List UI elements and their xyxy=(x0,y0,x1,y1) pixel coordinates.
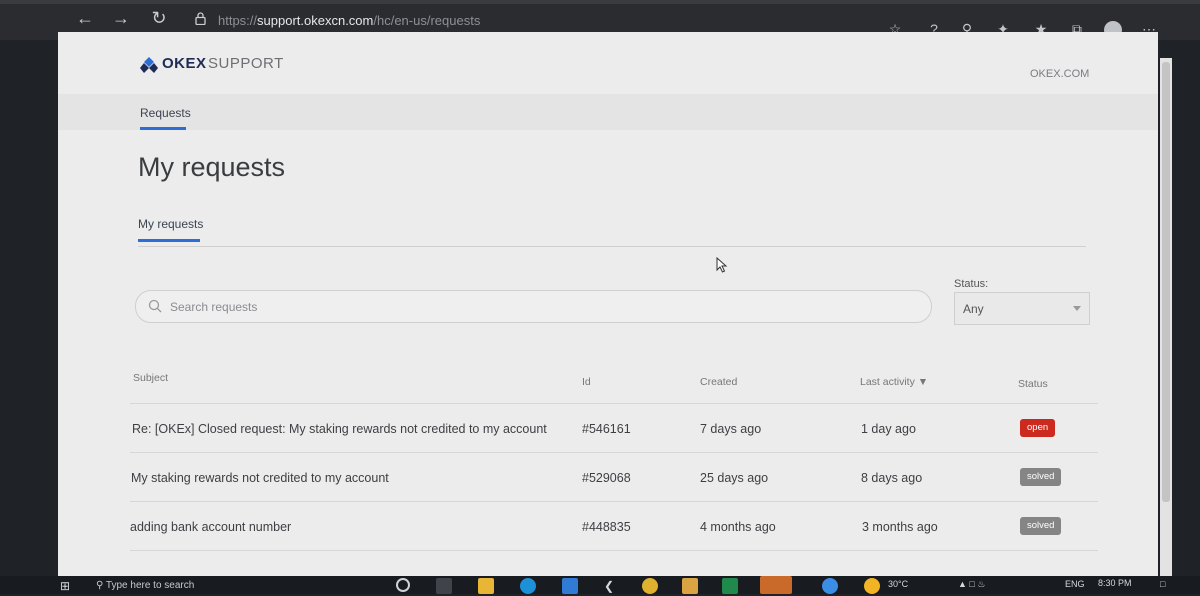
request-subject-link[interactable]: Re: [OKEx] Closed request: My staking re… xyxy=(132,422,547,436)
header-subject[interactable]: Subject xyxy=(133,372,168,384)
chevron-down-icon xyxy=(1073,306,1081,311)
request-id: #529068 xyxy=(582,471,631,485)
excel-icon[interactable] xyxy=(722,578,738,594)
mouse-cursor-icon xyxy=(716,257,728,273)
cortana-icon[interactable] xyxy=(396,578,410,592)
tray-icons[interactable]: ▲ □ ♨ xyxy=(958,579,985,590)
request-subject-link[interactable]: My staking rewards not credited to my ac… xyxy=(131,471,389,485)
taskbar-search-text: Type here to search xyxy=(105,580,195,591)
request-last-activity: 1 day ago xyxy=(861,422,916,436)
request-subject-link[interactable]: adding bank account number xyxy=(130,520,291,534)
status-badge: solved xyxy=(1020,468,1062,486)
request-created: 7 days ago xyxy=(700,422,762,436)
weather-temp[interactable]: 30°C xyxy=(888,579,908,589)
edge-icon[interactable] xyxy=(520,578,536,594)
header-id[interactable]: Id xyxy=(582,376,591,388)
store-icon[interactable] xyxy=(682,578,698,594)
help-app-icon[interactable] xyxy=(822,578,838,594)
search-box xyxy=(135,290,932,323)
chrome-icon[interactable] xyxy=(642,578,658,594)
header-status[interactable]: Status xyxy=(1018,378,1048,390)
header-created[interactable]: Created xyxy=(700,376,737,388)
task-view-icon[interactable] xyxy=(436,578,452,594)
url-path: /hc/en-us/requests xyxy=(373,13,481,28)
search-input[interactable] xyxy=(170,291,910,322)
active-tab-indicator xyxy=(140,127,186,130)
tab-strip xyxy=(0,0,1200,4)
mail-icon[interactable] xyxy=(562,578,578,594)
row-divider xyxy=(130,550,1098,551)
app-icon[interactable]: ❮ xyxy=(604,578,620,594)
status-label: Status: xyxy=(954,278,989,290)
sub-navigation: Requests xyxy=(58,94,1158,130)
status-badge: solved xyxy=(1020,517,1062,535)
tab-my-requests[interactable]: My requests xyxy=(138,217,203,231)
windows-taskbar: ⊞ ⚲ Type here to search ❮ 30°C ▲ □ ♨ ENG… xyxy=(0,576,1200,594)
request-id: #546161 xyxy=(582,422,631,436)
page-title: My requests xyxy=(138,152,286,182)
windows-start-icon[interactable]: ⊞ xyxy=(60,578,76,594)
notifications-icon[interactable]: □ xyxy=(1160,579,1165,589)
table-row[interactable]: adding bank account number #448835 4 mon… xyxy=(130,502,1098,551)
status-badge: open xyxy=(1020,419,1056,437)
request-last-activity: 8 days ago xyxy=(861,471,923,485)
url-host: support.okexcn.com xyxy=(257,13,374,28)
table-row[interactable]: My staking rewards not credited to my ac… xyxy=(130,453,1098,502)
url-prefix: https:// xyxy=(218,13,258,28)
logo-text: OKEX xyxy=(162,55,207,72)
tab-requests[interactable]: Requests xyxy=(140,106,191,120)
address-bar[interactable]: https://support.okexcn.com/hc/en-us/requ… xyxy=(218,13,480,28)
active-app-icon[interactable] xyxy=(760,576,792,594)
clock[interactable]: 8:30 PM xyxy=(1098,578,1132,588)
back-icon[interactable]: ← xyxy=(72,7,98,29)
taskbar-search[interactable]: ⚲ Type here to search xyxy=(96,576,376,594)
tab-divider xyxy=(138,246,1086,247)
lock-icon[interactable] xyxy=(195,12,206,25)
refresh-icon[interactable]: ↻ xyxy=(146,7,172,29)
language-indicator[interactable]: ENG xyxy=(1065,579,1085,589)
request-created: 4 months ago xyxy=(700,520,776,534)
status-select[interactable]: Any xyxy=(954,292,1090,325)
my-requests-tab-indicator xyxy=(138,239,200,242)
request-last-activity: 3 months ago xyxy=(862,520,938,534)
status-selected-value: Any xyxy=(963,302,984,316)
scrollbar-thumb[interactable] xyxy=(1162,62,1170,502)
file-explorer-icon[interactable] xyxy=(478,578,494,594)
page-scrollbar[interactable] xyxy=(1160,58,1172,578)
web-page: OKEX SUPPORT OKEX.COM Requests My reques… xyxy=(58,32,1158,577)
okex-com-link[interactable]: OKEX.COM xyxy=(1030,68,1089,80)
request-created: 25 days ago xyxy=(700,471,769,485)
logo-subtitle: SUPPORT xyxy=(208,55,284,72)
table-row[interactable]: Re: [OKEx] Closed request: My staking re… xyxy=(130,404,1098,453)
header-last-activity[interactable]: Last activity ▼ xyxy=(860,376,928,388)
weather-icon xyxy=(864,578,880,594)
okex-logo-icon xyxy=(140,57,158,73)
request-id: #448835 xyxy=(582,520,631,534)
search-icon xyxy=(148,299,162,313)
forward-icon[interactable]: → xyxy=(108,7,134,29)
